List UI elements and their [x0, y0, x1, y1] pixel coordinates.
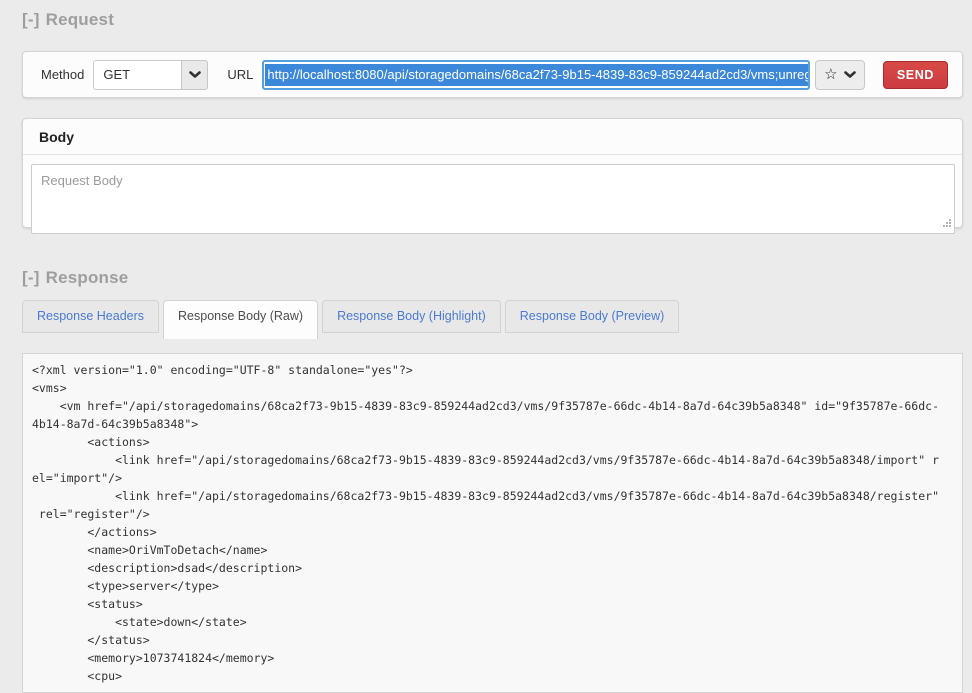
request-body-textarea[interactable]: Request Body	[31, 164, 955, 234]
request-section-heading: [-] Request	[22, 8, 963, 32]
request-form-panel: Method GET URL http://localhost:8080/api…	[22, 51, 963, 98]
resize-grip-icon[interactable]	[941, 216, 952, 231]
url-label: URL	[227, 67, 253, 82]
method-select-group: GET	[93, 60, 208, 90]
request-collapse-toggle[interactable]: [-]	[22, 10, 40, 29]
send-button[interactable]: SEND	[883, 61, 948, 89]
request-body-panel: Body Request Body	[22, 118, 963, 228]
tab-response-body-raw[interactable]: Response Body (Raw)	[163, 300, 318, 339]
method-dropdown-button[interactable]	[181, 60, 208, 90]
chevron-down-icon	[844, 67, 856, 82]
response-body-raw-text: <?xml version="1.0" encoding="UTF-8" sta…	[32, 361, 954, 685]
url-selected-text: http://localhost:8080/api/storagedomains…	[265, 64, 810, 86]
method-label: Method	[41, 67, 84, 82]
response-section-title: Response	[46, 268, 129, 287]
response-section-heading: [-] Response	[22, 266, 963, 290]
tab-response-body-preview[interactable]: Response Body (Preview)	[505, 300, 680, 333]
response-body-panel: <?xml version="1.0" encoding="UTF-8" sta…	[22, 353, 963, 693]
tab-response-headers[interactable]: Response Headers	[22, 300, 159, 333]
favorites-dropdown-button[interactable]: ☆	[815, 60, 865, 90]
tab-response-body-highlight[interactable]: Response Body (Highlight)	[322, 300, 501, 333]
response-tabs: Response Headers Response Body (Raw) Res…	[22, 300, 963, 333]
request-body-placeholder: Request Body	[41, 173, 123, 188]
method-input[interactable]: GET	[93, 60, 182, 90]
body-panel-divider	[23, 154, 962, 155]
body-panel-title: Body	[23, 129, 962, 154]
url-input[interactable]: http://localhost:8080/api/storagedomains…	[262, 60, 810, 90]
rest-client-page: [-] Request Method GET URL http://localho…	[0, 0, 972, 693]
response-collapse-toggle[interactable]: [-]	[22, 268, 40, 287]
request-section-title: Request	[46, 10, 114, 29]
star-icon: ☆	[824, 67, 837, 82]
chevron-down-icon	[189, 67, 201, 82]
